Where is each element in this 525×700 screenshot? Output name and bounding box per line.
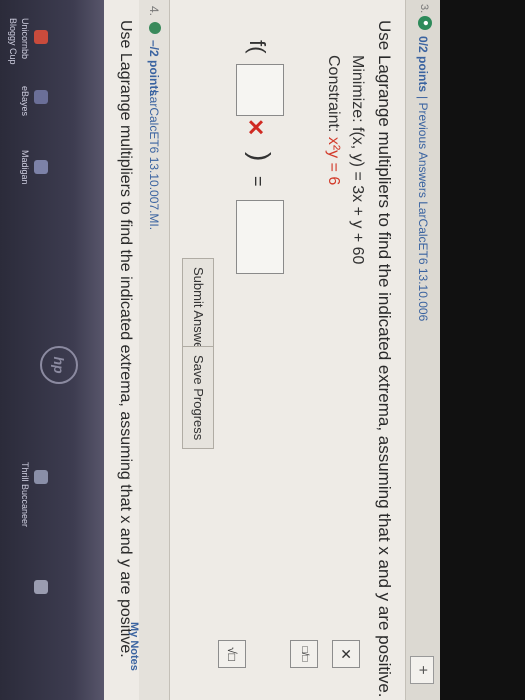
close-paren: ) (245, 152, 276, 162)
taskbar-label[interactable]: Thrill Buccaneer (20, 462, 30, 527)
my-notes-link[interactable]: My Notes (128, 622, 140, 671)
screen: 3. ● 0/2 points | Previous Answers LarCa… (0, 0, 440, 700)
question-4-source[interactable]: LarCalcET6 13.10.007.MI. (147, 90, 161, 230)
point-answer-input[interactable] (236, 64, 284, 116)
app-icon[interactable] (34, 580, 48, 594)
question-3-header: 3. ● 0/2 points | Previous Answers LarCa… (405, 0, 440, 700)
minimize-label: Minimize: (349, 55, 366, 123)
sqrt-icon[interactable]: √□ (218, 640, 246, 668)
value-answer-input[interactable] (236, 200, 284, 274)
save-progress-button[interactable]: Save Progress (182, 346, 214, 450)
hp-logo-icon: hp (40, 346, 78, 384)
incorrect-icon: ✕ (243, 118, 268, 137)
question-3-prompt: Use Lagrange multipliers to find the ind… (375, 20, 394, 698)
previous-answers-label: Previous Answers (416, 102, 430, 198)
clear-icon[interactable]: ✕ (332, 640, 360, 668)
taskbar-label[interactable]: Bloggy Cup (8, 18, 18, 65)
taskbar-label[interactable]: Unicornbb (20, 18, 30, 59)
equals-sign: = (248, 176, 268, 187)
webassign-page: 3. ● 0/2 points | Previous Answers LarCa… (0, 0, 440, 700)
taskbar-label[interactable]: Madigan (20, 150, 30, 185)
app-icon[interactable] (34, 470, 48, 484)
answer-row: f( ✕ ) = (230, 40, 290, 640)
laptop-bezel (440, 0, 525, 700)
question-4-points: –/2 points (147, 40, 161, 97)
question-4-prompt: Use Lagrange multipliers to find the ind… (117, 20, 134, 658)
question-4-header: 4. –/2 points LarCalcET6 13.10.007.MI. (139, 0, 170, 700)
previous-answers-link[interactable]: | Previous Answers LarCalcET6 13.10.006 (416, 96, 430, 321)
minimize-line: Minimize: f(x, y) = 3x + y + 60 (348, 55, 366, 264)
constraint-expression: x²y = 6 (325, 136, 342, 186)
taskbar: hp Unicornbb Bloggy Cup eBayes Madigan T… (0, 0, 104, 700)
app-icon[interactable] (34, 90, 48, 104)
minimize-expression: f(x, y) = 3x + y + 60 (349, 127, 366, 265)
fraction-icon[interactable]: □/□ (290, 640, 318, 668)
question-number: 3. (418, 4, 430, 14)
status-icon: ● (418, 16, 432, 30)
question-3: 3. ● 0/2 points | Previous Answers LarCa… (104, 0, 440, 700)
status-icon (149, 22, 161, 34)
question-4-number: 4. (147, 6, 161, 17)
plus-icon[interactable]: + (410, 656, 434, 684)
math-tools-panel: ✕ □/□ √□ (180, 640, 400, 690)
points-label: 0/2 points (416, 36, 430, 93)
f-label: f( (245, 40, 270, 54)
source-label: LarCalcET6 13.10.006 (416, 201, 430, 322)
taskbar-label[interactable]: eBayes (20, 86, 30, 116)
constraint-label: Constraint: (325, 55, 342, 133)
separator: | (416, 96, 430, 100)
app-icon[interactable] (34, 160, 48, 174)
app-icon[interactable] (34, 30, 48, 44)
constraint-line: Constraint: x²y = 6 (324, 55, 342, 185)
